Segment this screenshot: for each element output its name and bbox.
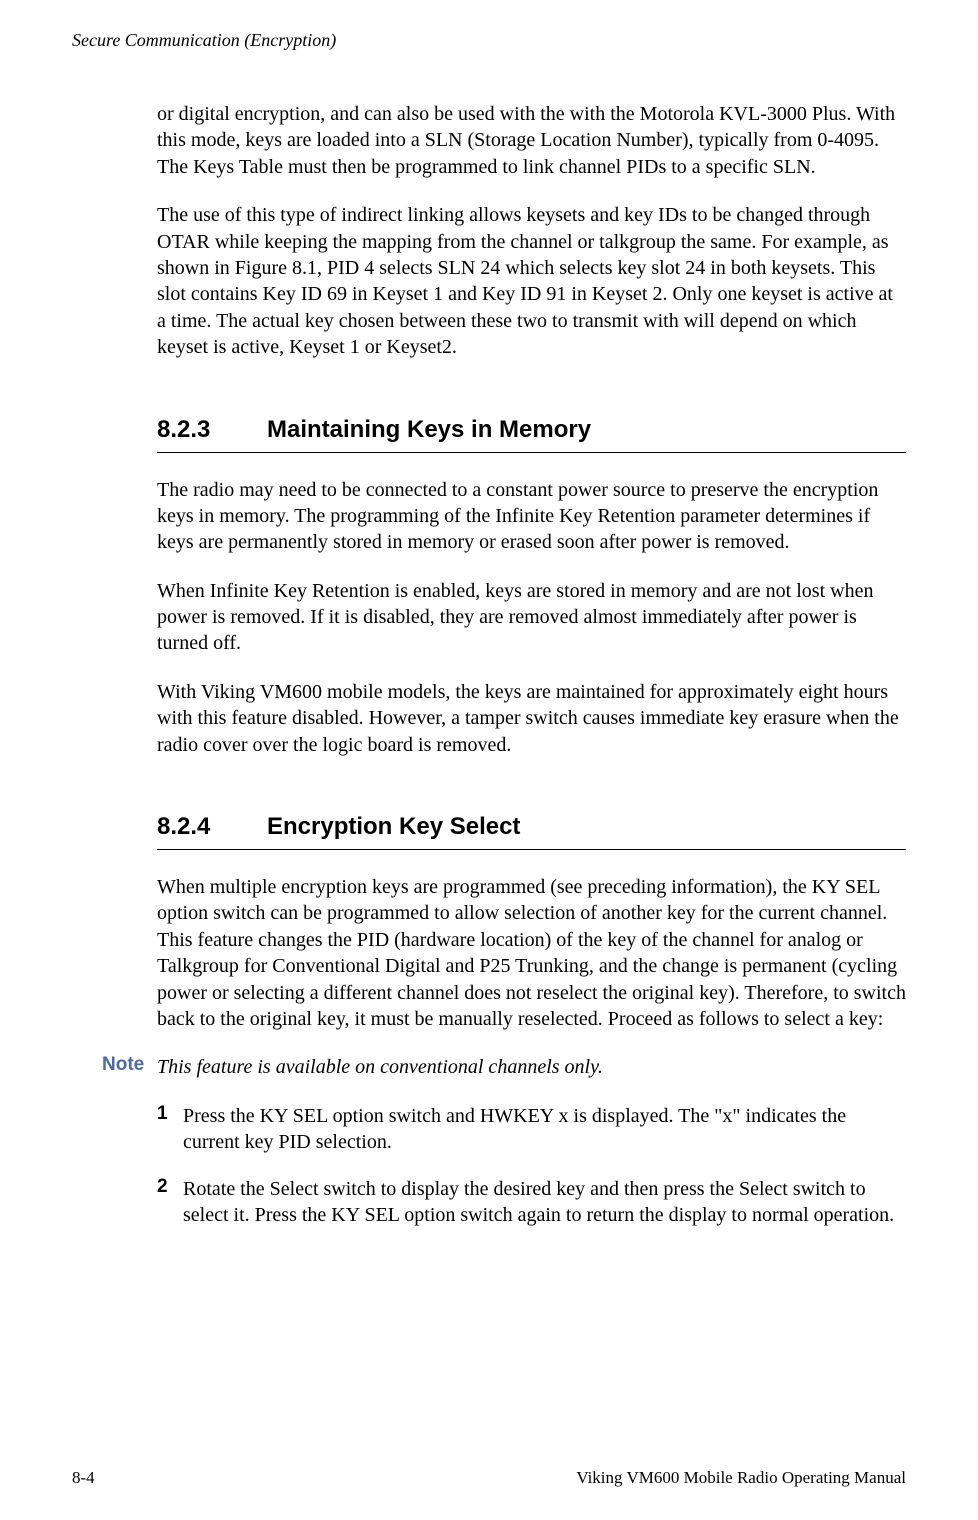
section-number: 8.2.3 <box>157 416 267 444</box>
section-rule <box>157 849 906 850</box>
page-footer: 8-4 Viking VM600 Mobile Radio Operating … <box>72 1468 906 1488</box>
step-text: Press the KY SEL option switch and HWKEY… <box>183 1103 906 1156</box>
section-title: Encryption Key Select <box>267 813 520 840</box>
s2-paragraph-1: When multiple encryption keys are progra… <box>157 874 906 1032</box>
step-2: 2 Rotate the Select switch to display th… <box>157 1176 906 1229</box>
manual-title: Viking VM600 Mobile Radio Operating Manu… <box>576 1468 906 1488</box>
note-text: This feature is available on conventiona… <box>157 1054 603 1080</box>
intro-paragraph-1: or digital encryption, and can also be u… <box>157 101 906 180</box>
step-number: 2 <box>157 1176 183 1229</box>
s1-paragraph-1: The radio may need to be connected to a … <box>157 477 906 556</box>
s1-paragraph-3: With Viking VM600 mobile models, the key… <box>157 679 906 758</box>
intro-paragraph-2: The use of this type of indirect linking… <box>157 202 906 360</box>
section-number: 8.2.4 <box>157 813 267 841</box>
step-1: 1 Press the KY SEL option switch and HWK… <box>157 1103 906 1156</box>
note-label: Note <box>102 1054 157 1080</box>
section-title: Maintaining Keys in Memory <box>267 416 591 443</box>
section-rule <box>157 452 906 453</box>
step-number: 1 <box>157 1103 183 1156</box>
page-number: 8-4 <box>72 1468 95 1488</box>
section-heading-8-2-4: 8.2.4Encryption Key Select <box>157 813 906 841</box>
running-header: Secure Communication (Encryption) <box>72 30 906 51</box>
note-block: Note This feature is available on conven… <box>102 1054 906 1080</box>
step-text: Rotate the Select switch to display the … <box>183 1176 906 1229</box>
section-heading-8-2-3: 8.2.3Maintaining Keys in Memory <box>157 416 906 444</box>
s1-paragraph-2: When Infinite Key Retention is enabled, … <box>157 578 906 657</box>
